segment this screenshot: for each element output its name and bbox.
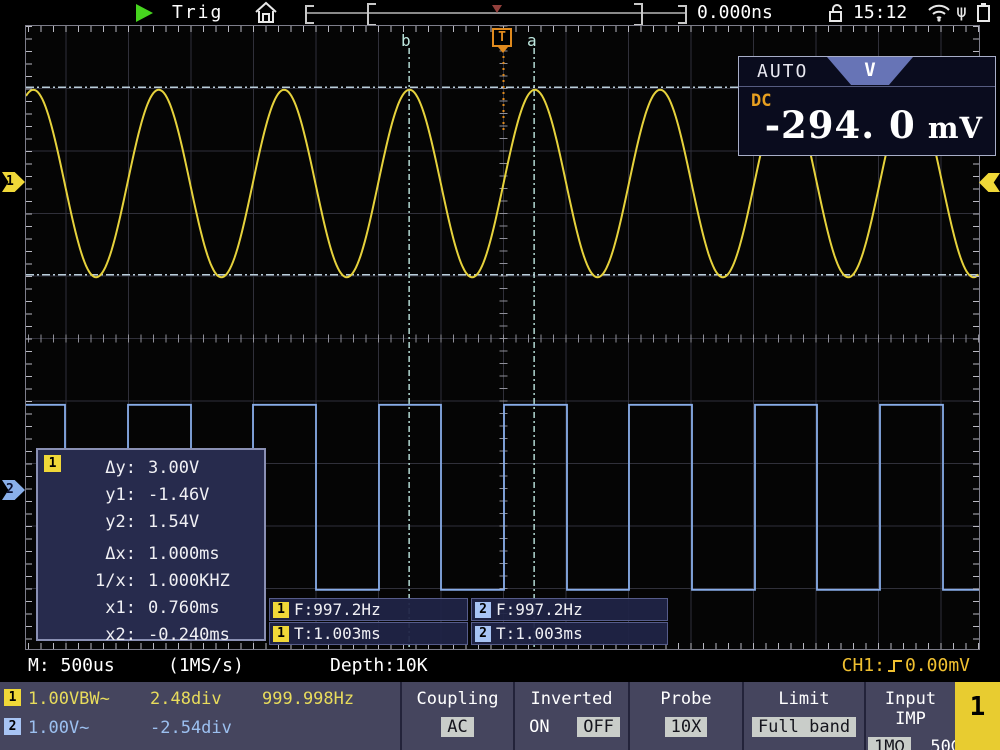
trigger-position-marker[interactable] (492, 5, 502, 13)
left-ruler-ticks (26, 26, 32, 649)
memory-bar-right-bracket (678, 5, 687, 24)
probe-10x-button[interactable]: 10X (665, 717, 708, 737)
inverted-on-button[interactable]: ON (523, 717, 555, 737)
measure-ch2-period: 2T:1.003ms (471, 622, 668, 645)
trigger-level-marker[interactable] (979, 173, 1000, 192)
cursor-row-y2: y2:1.54V (38, 509, 264, 536)
memory-depth-readout: Depth:10K (330, 655, 428, 676)
measure-ch1-period: 1T:1.003ms (269, 622, 468, 645)
battery-icon (976, 2, 991, 23)
usb-icon: ψ (956, 1, 967, 22)
coupling-ac-button[interactable]: AC (441, 717, 473, 737)
multimeter-function: V (827, 59, 913, 81)
multimeter-reading: -294. 0 mV (765, 103, 983, 147)
ch1-position-marker[interactable]: 1 (2, 172, 25, 192)
cursor-measurement-panel: 1 Δy:3.00V y1:-1.46V y2:1.54V Δx:1.000ms… (36, 448, 266, 641)
cursor-b-label: b (401, 31, 411, 50)
ch2-position-marker[interactable]: 2 (2, 480, 25, 500)
window-right-bracket (634, 3, 643, 26)
ch1-scale: 1.00VBW~ (28, 689, 110, 709)
trigger-level-readout: 0.00mV (905, 655, 970, 676)
waveform-display-area: T b a AUTO V DC -294. 0mV 1 Δy:3.00V y1:… (25, 25, 980, 650)
bottom-menu-bar: 1 1.00VBW~ 2.48div 999.998Hz 2 1.00V~ -2… (0, 682, 1000, 750)
menu-col-inverted: Inverted ON OFF (515, 682, 628, 750)
menu-channel-tab[interactable]: 1 (955, 682, 1000, 750)
ch1-position: 2.48div (150, 689, 222, 709)
trigger-position-slider[interactable] (303, 2, 689, 23)
trigger-point-badge-tip (498, 47, 508, 53)
multimeter-function-tab[interactable]: V (827, 57, 913, 85)
cursor-row-x1: x1:0.760ms (38, 595, 264, 622)
menu-col-input-imp: Input IMP 1MΩ 50Ω (866, 682, 955, 750)
multimeter-value: -294. 0 (765, 103, 916, 147)
clock-readout: 15:12 (853, 2, 907, 23)
top-status-bar: Trig 0.000ns 15:12 ψ (0, 0, 1000, 25)
channel-info-area: 1 1.00VBW~ 2.48div 999.998Hz 2 1.00V~ -2… (0, 682, 400, 750)
cursor-row-dx: Δx:1.000ms (38, 541, 264, 568)
rising-edge-icon (887, 657, 903, 675)
cursor-row-y1: y1:-1.46V (38, 482, 264, 509)
cursor-row-invx: 1/x:1.000KHZ (38, 568, 264, 595)
ch2-badge: 2 (4, 718, 21, 735)
limit-fullband-button[interactable]: Full band (752, 717, 856, 737)
multimeter-unit: mV (928, 111, 983, 145)
multimeter-header: AUTO V (739, 57, 995, 87)
menu-col-limit: Limit Full band (744, 682, 864, 750)
horizontal-status-bar: M: 500us (1MS/s) Depth:10K CH1: 0.00mV (0, 651, 1000, 680)
impedance-1mohm-button[interactable]: 1MΩ (868, 737, 911, 750)
menu-col-probe: Probe 10X (630, 682, 742, 750)
cursor-a-label: a (527, 31, 537, 50)
trigger-offset-readout: 0.000ns (697, 2, 773, 23)
lock-open-icon (828, 3, 845, 23)
run-state-icon[interactable] (136, 4, 153, 22)
home-icon[interactable] (253, 1, 279, 24)
window-left-bracket (367, 3, 376, 26)
cursor-row-x2: x2:-0.240ms (38, 622, 264, 649)
trigger-source: CH1: (842, 655, 885, 676)
oscilloscope-screen: Trig 0.000ns 15:12 ψ (0, 0, 1000, 750)
ch2-scale: 1.00V~ (28, 718, 89, 738)
ch2-position: -2.54div (150, 718, 232, 738)
multimeter-panel: AUTO V DC -294. 0mV (738, 56, 996, 156)
trigger-state-label: Trig (172, 2, 223, 23)
ch1-counter-frequency: 999.998Hz (262, 689, 354, 709)
trigger-point-badge[interactable]: T (492, 28, 512, 47)
wifi-icon (926, 2, 952, 23)
multimeter-range-mode: AUTO (757, 61, 808, 82)
measure-ch1-frequency: 1F:997.2Hz (269, 598, 468, 621)
menu-col-coupling: Coupling AC (402, 682, 513, 750)
sample-rate-readout: (1MS/s) (168, 655, 244, 676)
cursor-row-dy: Δy:3.00V (38, 455, 264, 482)
memory-bar-left-bracket (305, 5, 314, 24)
ch1-badge: 1 (4, 689, 21, 706)
measure-ch2-frequency: 2F:997.2Hz (471, 598, 668, 621)
cursor-rows: Δy:3.00V y1:-1.46V y2:1.54V Δx:1.000ms 1… (38, 455, 264, 649)
inverted-off-button[interactable]: OFF (577, 717, 620, 737)
trigger-settings-readout: CH1: 0.00mV (842, 655, 970, 676)
timebase-readout: M: 500us (28, 655, 115, 676)
